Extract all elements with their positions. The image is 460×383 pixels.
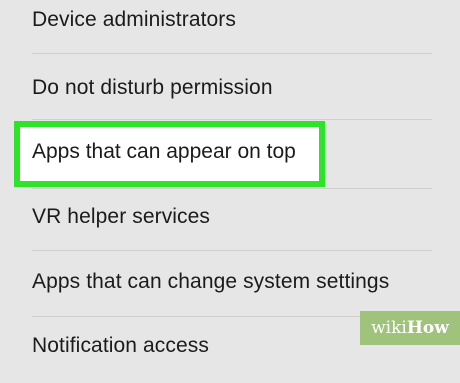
settings-item-vr-helper-services[interactable]: VR helper services xyxy=(0,188,460,254)
wikihow-watermark-logo: wikiHow xyxy=(360,311,460,345)
settings-item-do-not-disturb-permission[interactable]: Do not disturb permission xyxy=(0,54,460,120)
settings-item-label: Apps that can appear on top xyxy=(32,140,296,163)
settings-item-label: Apps that can change system settings xyxy=(32,270,390,293)
settings-item-label: VR helper services xyxy=(32,205,211,228)
settings-item-apps-that-can-change-system-settings[interactable]: Apps that can change system settings xyxy=(0,251,460,317)
settings-item-label: Device administrators xyxy=(32,8,236,31)
highlighted-settings-item-apps-that-can-appear-on-top[interactable]: Apps that can appear on top xyxy=(14,121,325,187)
watermark-suffix: How xyxy=(406,318,449,338)
settings-list: Device administrators Do not disturb per… xyxy=(0,0,460,357)
settings-item-label: Do not disturb permission xyxy=(32,76,273,99)
settings-item-label: Notification access xyxy=(32,334,209,357)
watermark-prefix: wiki xyxy=(371,318,407,338)
divider xyxy=(32,119,432,120)
